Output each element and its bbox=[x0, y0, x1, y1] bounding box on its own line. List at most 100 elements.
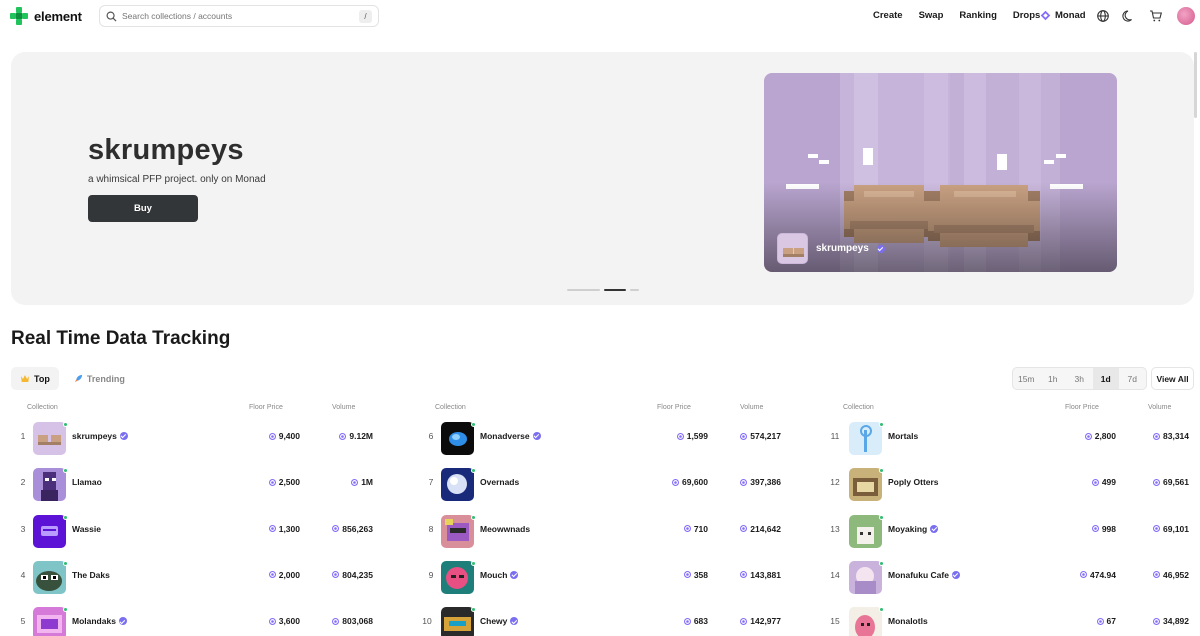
table-row[interactable]: 8 Meowwnads 710 214,642 bbox=[425, 512, 785, 558]
collection-avatar[interactable] bbox=[33, 514, 66, 548]
table-row[interactable]: 2 Llamao 2,500 1M bbox=[17, 465, 377, 511]
monad-icon bbox=[683, 571, 691, 579]
hero-artwork[interactable]: skrumpeys bbox=[764, 73, 1117, 272]
collection-name[interactable]: Mouch bbox=[480, 558, 519, 592]
collection-avatar[interactable] bbox=[441, 607, 474, 636]
rank-number: 12 bbox=[830, 477, 840, 488]
view-all-button[interactable]: View All bbox=[1151, 367, 1194, 390]
collection-avatar[interactable] bbox=[441, 560, 474, 594]
table-row[interactable]: 10 Chewy 683 142,977 bbox=[422, 604, 785, 636]
collection-name[interactable]: Molandaks bbox=[72, 604, 127, 636]
collection-avatar[interactable] bbox=[849, 560, 882, 594]
tab-trending[interactable]: Trending bbox=[65, 367, 134, 390]
header-volume: Volume bbox=[332, 404, 356, 411]
time-filter-15m[interactable]: 15m bbox=[1013, 368, 1040, 389]
table-row[interactable]: 3 Wassie 1,300 856,263 bbox=[17, 512, 377, 558]
table-row[interactable]: 7 Overnads 69,600 397,386 bbox=[425, 465, 785, 511]
table-row[interactable]: 4 The Daks 2,000 804,235 bbox=[17, 558, 377, 604]
hero-collection-name: skrumpeys bbox=[816, 243, 869, 254]
table-row[interactable]: 5 Molandaks 3,600 803,068 bbox=[17, 604, 377, 636]
nav-drops[interactable]: Drops bbox=[1013, 10, 1040, 21]
carousel-dot[interactable] bbox=[567, 289, 600, 291]
time-filter-7d[interactable]: 7d bbox=[1119, 368, 1146, 389]
table-header: Collection Floor Price Volume bbox=[425, 402, 785, 416]
floor-price-value: 474.94 bbox=[1090, 569, 1116, 580]
cart-icon[interactable] bbox=[1149, 9, 1163, 23]
collection-avatar[interactable] bbox=[33, 607, 66, 636]
collection-avatar[interactable] bbox=[849, 422, 882, 455]
globe-icon[interactable] bbox=[1096, 9, 1110, 23]
collection-name[interactable]: Monafuku Cafe bbox=[888, 558, 960, 592]
table-row[interactable]: 15 Monalotls 67 34,892 bbox=[830, 604, 1193, 636]
volume-value: 69,561 bbox=[1163, 477, 1189, 488]
collection-avatar[interactable] bbox=[33, 468, 66, 502]
collection-name[interactable]: Llamao bbox=[72, 465, 102, 499]
collection-name[interactable]: skrumpeys bbox=[72, 419, 128, 453]
header-collection: Collection bbox=[843, 404, 874, 411]
collection-name[interactable]: Monadverse bbox=[480, 419, 541, 453]
collection-name[interactable]: Chewy bbox=[480, 604, 519, 636]
time-filter-1d[interactable]: 1d bbox=[1092, 368, 1119, 389]
table-row[interactable]: 1 skrumpeys 9,400 9.12M bbox=[17, 419, 377, 465]
buy-button[interactable]: Buy bbox=[88, 195, 198, 222]
table-row[interactable]: 12 Poply Otters 499 69,561 bbox=[830, 465, 1193, 511]
hero-collection-badge[interactable]: skrumpeys bbox=[777, 233, 885, 264]
collection-name[interactable]: Wassie bbox=[72, 512, 101, 546]
collection-name[interactable]: Moyaking bbox=[888, 512, 939, 546]
live-indicator-icon bbox=[471, 607, 476, 613]
volume: 214,642 bbox=[740, 512, 781, 546]
verified-icon bbox=[930, 524, 939, 533]
collection-avatar[interactable] bbox=[849, 514, 882, 548]
floor-price: 2,500 bbox=[268, 465, 300, 499]
chain-selector[interactable]: Monad bbox=[1040, 10, 1086, 21]
collection-name-text: skrumpeys bbox=[72, 431, 117, 441]
collection-avatar[interactable] bbox=[849, 607, 882, 636]
collection-name[interactable]: The Daks bbox=[72, 558, 110, 592]
nav-ranking[interactable]: Ranking bbox=[959, 10, 996, 21]
table-row[interactable]: 14 Monafuku Cafe 474.94 46,952 bbox=[830, 558, 1193, 604]
collection-avatar[interactable] bbox=[33, 422, 66, 455]
verified-icon bbox=[119, 432, 128, 440]
collection-name[interactable]: Meowwnads bbox=[480, 512, 530, 546]
collection-avatar[interactable] bbox=[441, 514, 474, 548]
time-filter-3h[interactable]: 3h bbox=[1066, 368, 1093, 389]
carousel-dot[interactable] bbox=[630, 289, 639, 291]
floor-price-value: 499 bbox=[1101, 477, 1116, 488]
table-header: Collection Floor Price Volume bbox=[833, 402, 1193, 416]
collection-avatar[interactable] bbox=[441, 468, 474, 502]
page-scrollbar[interactable] bbox=[1194, 52, 1197, 118]
user-avatar[interactable] bbox=[1177, 7, 1195, 25]
rank-number: 1 bbox=[20, 431, 26, 441]
moon-icon[interactable] bbox=[1122, 9, 1136, 23]
ranking-column: Collection Floor Price Volume 11 Mortals 2,80… bbox=[830, 402, 1193, 636]
time-filter-1h[interactable]: 1h bbox=[1040, 368, 1067, 389]
collection-avatar[interactable] bbox=[441, 422, 474, 455]
verified-icon bbox=[876, 244, 885, 253]
floor-price: 1,599 bbox=[676, 419, 708, 453]
carousel-dot-active[interactable] bbox=[604, 289, 626, 291]
nav-create[interactable]: Create bbox=[873, 10, 903, 21]
table-row[interactable]: 6 Monadverse 1,599 574,217 bbox=[425, 419, 785, 465]
tab-trending-label: Trending bbox=[86, 373, 125, 384]
table-row[interactable]: 11 Mortals 2,800 83,314 bbox=[831, 419, 1193, 465]
tab-top[interactable]: Top bbox=[11, 367, 59, 390]
rank-number: 13 bbox=[830, 523, 840, 534]
search-shortcut-key: / bbox=[359, 9, 372, 23]
collection-avatar[interactable] bbox=[849, 468, 882, 502]
collection-name[interactable]: Overnads bbox=[480, 465, 519, 499]
collection-name[interactable]: Poply Otters bbox=[888, 465, 939, 499]
collection-name[interactable]: Monalotls bbox=[888, 604, 928, 636]
brand-logo[interactable]: element bbox=[10, 7, 82, 25]
collection-avatar[interactable] bbox=[33, 560, 66, 594]
floor-price: 67 bbox=[1096, 604, 1116, 636]
volume-value: 83,314 bbox=[1163, 431, 1189, 441]
search-bar[interactable]: / bbox=[99, 5, 379, 27]
search-input[interactable] bbox=[122, 11, 359, 21]
monad-icon bbox=[740, 617, 748, 625]
table-row[interactable]: 13 Moyaking 998 69,101 bbox=[830, 512, 1193, 558]
volume: 69,561 bbox=[1153, 465, 1189, 499]
collection-name[interactable]: Mortals bbox=[888, 419, 918, 453]
nav-swap[interactable]: Swap bbox=[919, 10, 944, 21]
verified-icon bbox=[510, 617, 519, 626]
table-row[interactable]: 9 Mouch 358 143,881 bbox=[425, 558, 785, 604]
